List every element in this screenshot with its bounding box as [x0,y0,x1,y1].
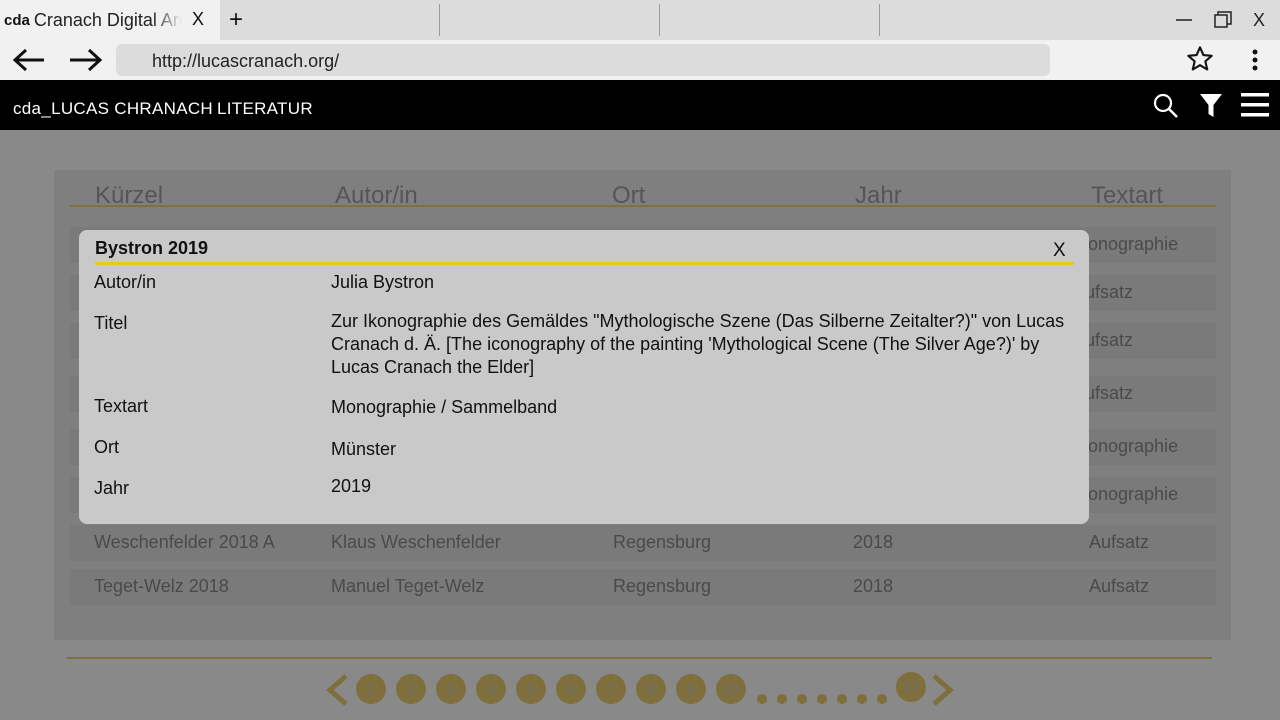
cell-autor: Manuel Teget-Welz [331,576,485,596]
cell-kuerzel: Teget-Welz 2018 [94,576,229,596]
page-link[interactable]: 6 [556,674,586,704]
filter-icon[interactable] [1199,93,1223,124]
bookmark-star-icon[interactable] [1186,45,1214,78]
site-header: cda_LUCAS CHRANACH LITERATUR [0,80,1280,130]
field-label-titel: Titel [94,313,128,333]
tab-divider [439,4,440,36]
page-link-last[interactable]: 37 [896,672,926,702]
tab-divider [659,4,660,36]
page-link[interactable]: 9 [676,674,706,704]
pagination-ellipsis-dot [857,694,867,704]
modal-title-divider [95,262,1074,265]
site-section-title[interactable]: LITERATUR [217,99,313,119]
page-link[interactable]: 1 [356,674,386,704]
cell-jahr: 2018 [853,532,894,552]
modal-close-button[interactable]: X [1053,240,1066,262]
pagination-prev-icon[interactable] [324,674,350,711]
table-row[interactable]: Weschenfelder 2018 A Klaus Weschenfelder… [70,525,1216,561]
browser-address-bar: http://lucascranach.org/ [0,40,1280,80]
cell-autor: Klaus Weschenfelder [331,532,501,552]
header-divider [70,205,1216,207]
page-link[interactable]: 2 [396,674,426,704]
page-link[interactable]: 3 [436,674,466,704]
field-label-jahr: Jahr [94,478,130,498]
pagination-ellipsis-dot [877,694,887,704]
field-value-autor: Julia Bystron [331,272,435,292]
pagination-divider [67,657,1212,659]
tab-favicon: cda [4,11,30,29]
pagination-next-icon[interactable] [930,674,956,711]
field-value-textart: Monographie / Sammelband [331,397,558,417]
field-label-ort: Ort [94,437,119,457]
field-label-textart: Textart [94,396,149,416]
page-link[interactable]: 7 [596,674,626,704]
url-field[interactable]: http://lucascranach.org/ [116,44,1050,76]
cell-textart: Aufsatz [1089,532,1150,552]
cell-ort: Regensburg [613,532,712,552]
tab-close-button[interactable]: X [192,9,204,30]
cell-jahr: 2018 [853,576,894,596]
restore-button[interactable] [1214,11,1232,34]
field-value-jahr: 2019 [331,476,372,496]
window-close-button[interactable]: X [1253,10,1265,31]
pagination-ellipsis-dot [817,694,827,704]
browser-menu-icon[interactable] [1248,46,1262,79]
back-arrow-icon[interactable] [12,46,46,79]
page-link[interactable]: 5 [516,674,546,704]
browser-tab-bar: cda Cranach Digital Archive X + X [0,0,1280,40]
browser-tab-active[interactable]: cda Cranach Digital Archive X [0,0,220,40]
url-text: http://lucascranach.org/ [152,51,340,71]
page-link[interactable]: 4 [476,674,506,704]
forward-arrow-icon[interactable] [69,46,103,79]
pagination-ellipsis-dot [777,694,787,704]
tab-divider [879,4,880,36]
search-icon[interactable] [1153,93,1179,124]
tab-title: Cranach Digital Archive [33,9,182,30]
site-brand-link[interactable]: cda_LUCAS CHRANACH [13,99,213,119]
cell-ort: Regensburg [613,576,712,596]
pagination-ellipsis-dot [837,694,847,704]
hamburger-menu-icon[interactable] [1241,92,1269,123]
cell-kuerzel: Weschenfelder 2018 A [94,532,275,552]
pagination-ellipsis-dot [757,694,767,704]
field-value-titel: Zur Ikonographie des Gemäldes "Mythologi… [331,311,1065,377]
page-link[interactable]: 8 [636,674,666,704]
minimize-button[interactable] [1176,6,1192,31]
field-label-autor: Autor/in [94,272,157,292]
literature-detail-modal: Bystron 2019 X Autor/in Julia Bystron Ti… [79,230,1089,524]
new-tab-button[interactable]: + [229,6,243,34]
pagination-ellipsis-dot [797,694,807,704]
modal-title: Bystron 2019 [95,238,209,258]
cell-textart: Aufsatz [1089,576,1150,596]
field-value-ort: Münster [331,439,397,459]
page-link[interactable]: 10 [716,674,746,704]
table-row[interactable]: Teget-Welz 2018 Manuel Teget-Welz Regens… [70,569,1216,605]
